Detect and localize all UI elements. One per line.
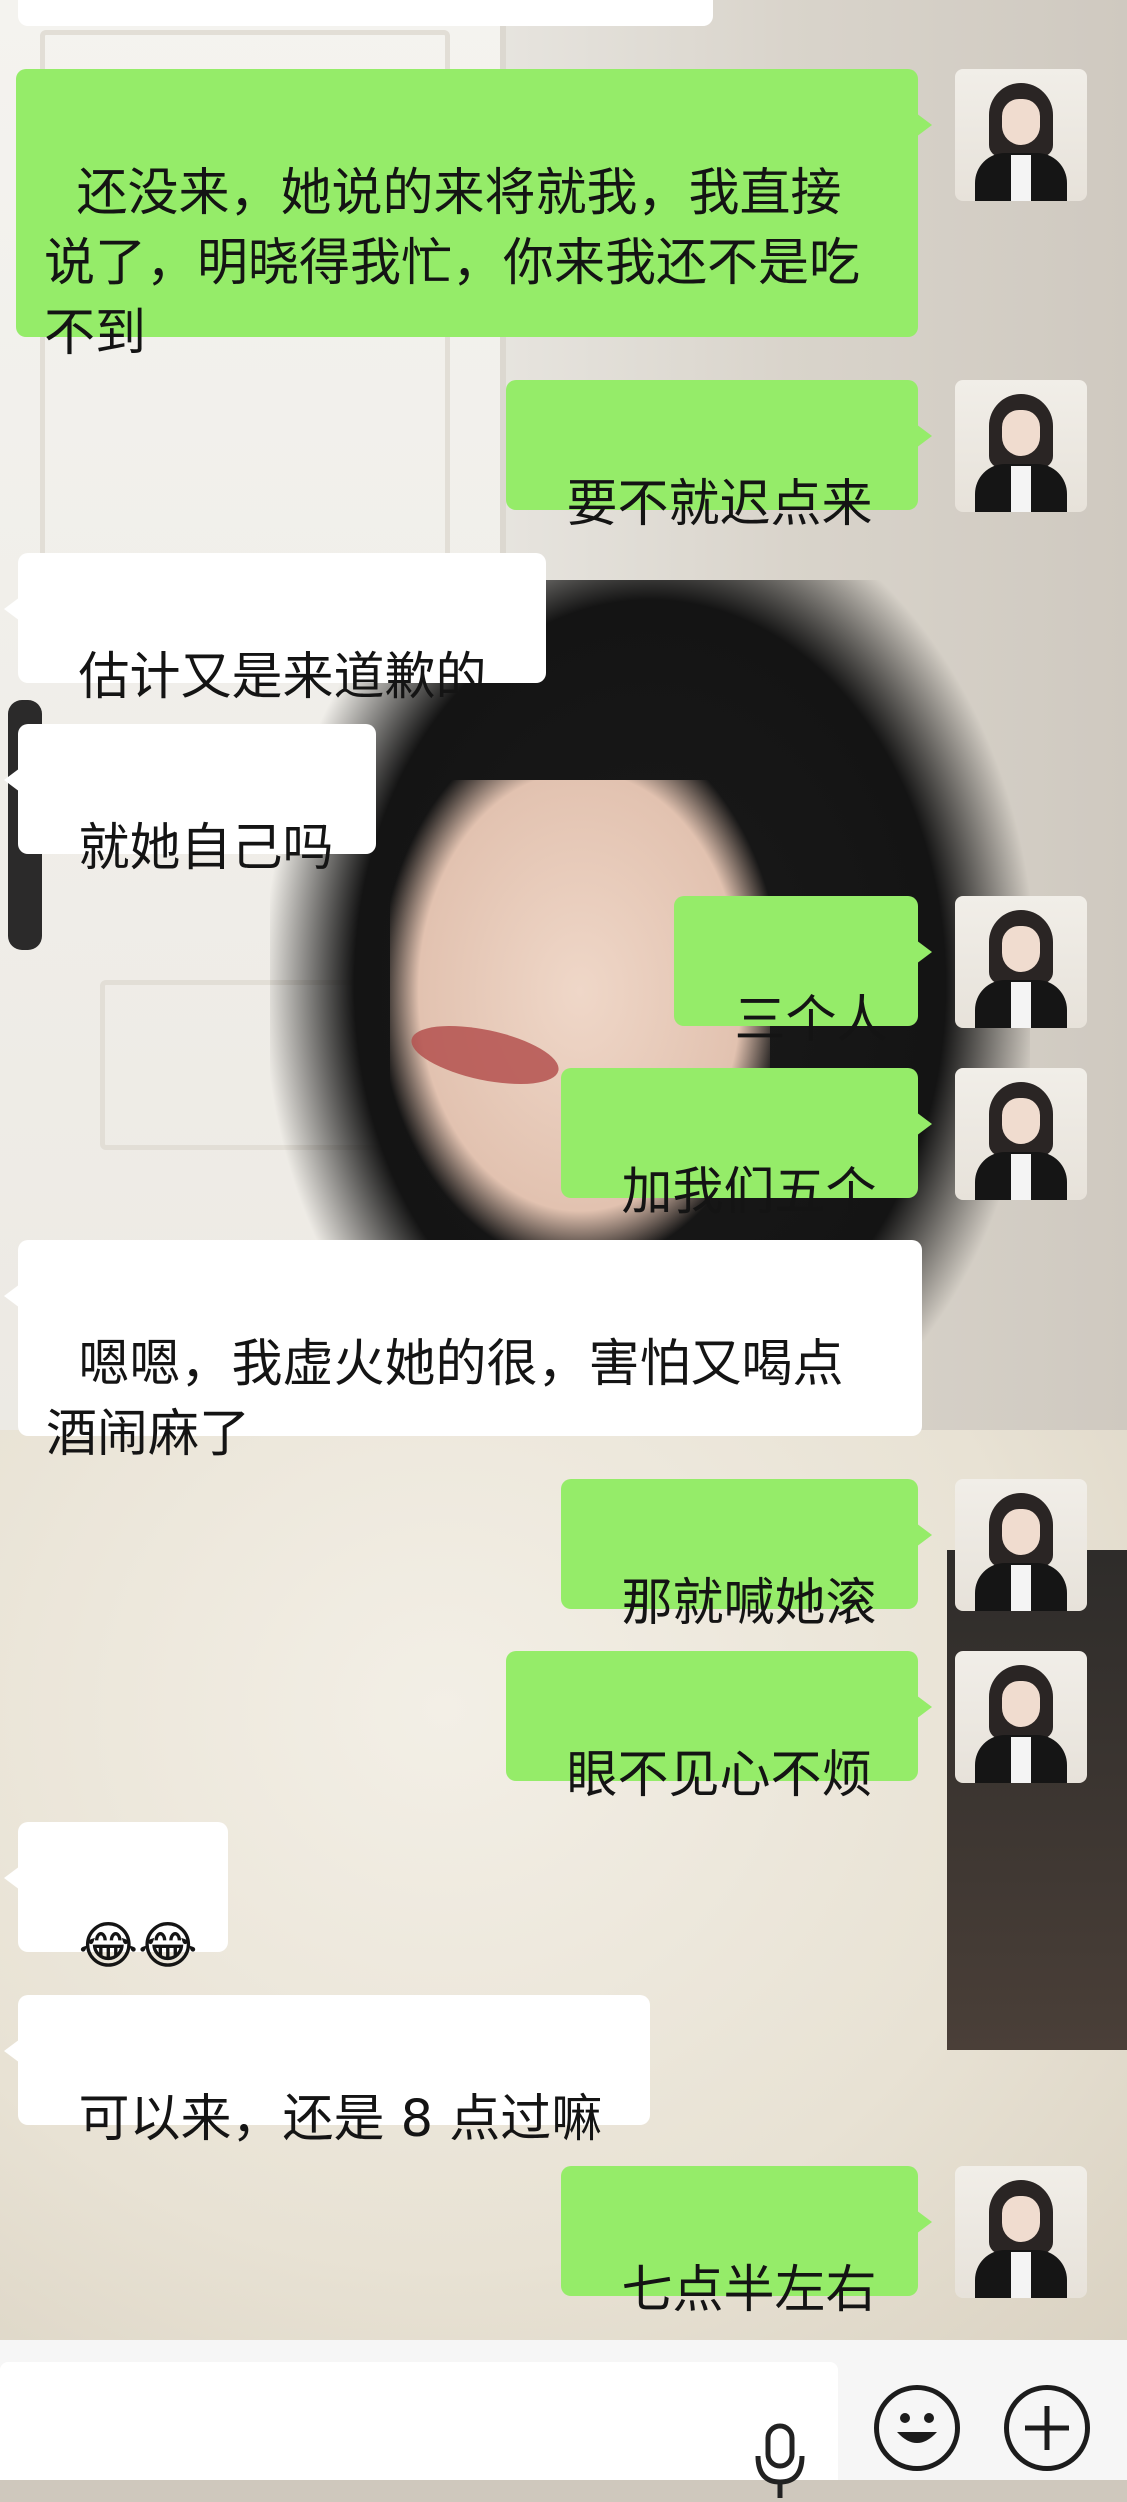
message-bubble-received[interactable]: 嗯嗯，我虚火她的很，害怕又喝点酒闹麻了 — [4, 1240, 922, 1464]
self-avatar[interactable] — [955, 2166, 1087, 2298]
message-text: 😂😂 — [78, 1917, 198, 1976]
message-text: 三个人 — [734, 991, 888, 1050]
message-bubble-sent[interactable]: 要不就迟点来 — [506, 380, 932, 534]
message-bubble-received[interactable]: 就她自己吗 — [4, 724, 376, 878]
message-text: 估计又是来道歉的 — [78, 648, 487, 707]
message-bubble-sent[interactable]: 那就喊她滚 — [561, 1479, 932, 1633]
message-text: 眼不见心不烦 — [566, 1746, 873, 1805]
message-text: 就她自己吗 — [78, 819, 334, 878]
message-bubble-sent[interactable]: 七点半左右 — [561, 2166, 932, 2320]
microphone-icon[interactable] — [752, 2422, 808, 2502]
message-bubble-received[interactable]: 可以来，还是 8 点过嘛 — [4, 1995, 650, 2149]
message-input[interactable] — [0, 2362, 838, 2498]
message-text: 可以来，还是 8 点过嘛 — [78, 2090, 603, 2149]
message-text: 还没来，她说的来将就我，我直接说了，明晓得我忙，你来我还不是吃不到 — [44, 164, 861, 363]
message-text: 那就喊她滚 — [621, 1574, 877, 1633]
message-text: 加我们五个 — [621, 1163, 877, 1222]
message-text: 七点半左右 — [621, 2261, 877, 2320]
self-avatar[interactable] — [955, 1651, 1087, 1783]
message-bubble-sent[interactable]: 三个人 — [674, 896, 932, 1050]
message-bubble-received[interactable]: 估计又是来道歉的 — [4, 553, 546, 707]
message-text: 要不就迟点来 — [566, 475, 873, 534]
message-bubble-sent[interactable]: 还没来，她说的来将就我，我直接说了，明晓得我忙，你来我还不是吃不到 — [16, 69, 932, 363]
plus-icon[interactable] — [1004, 2385, 1090, 2471]
self-avatar[interactable] — [955, 1068, 1087, 1200]
message-bubble-sent[interactable]: 眼不见心不烦 — [506, 1651, 932, 1805]
input-bar — [0, 2340, 1127, 2498]
emoji-icon[interactable] — [874, 2385, 960, 2471]
self-avatar[interactable] — [955, 896, 1087, 1028]
self-avatar[interactable] — [955, 1479, 1087, 1611]
message-bubble-received[interactable]: 😂😂 — [4, 1822, 228, 1976]
self-avatar[interactable] — [955, 380, 1087, 512]
self-avatar[interactable] — [955, 69, 1087, 201]
partial-message-bubble — [18, 0, 713, 26]
message-bubble-sent[interactable]: 加我们五个 — [561, 1068, 932, 1222]
